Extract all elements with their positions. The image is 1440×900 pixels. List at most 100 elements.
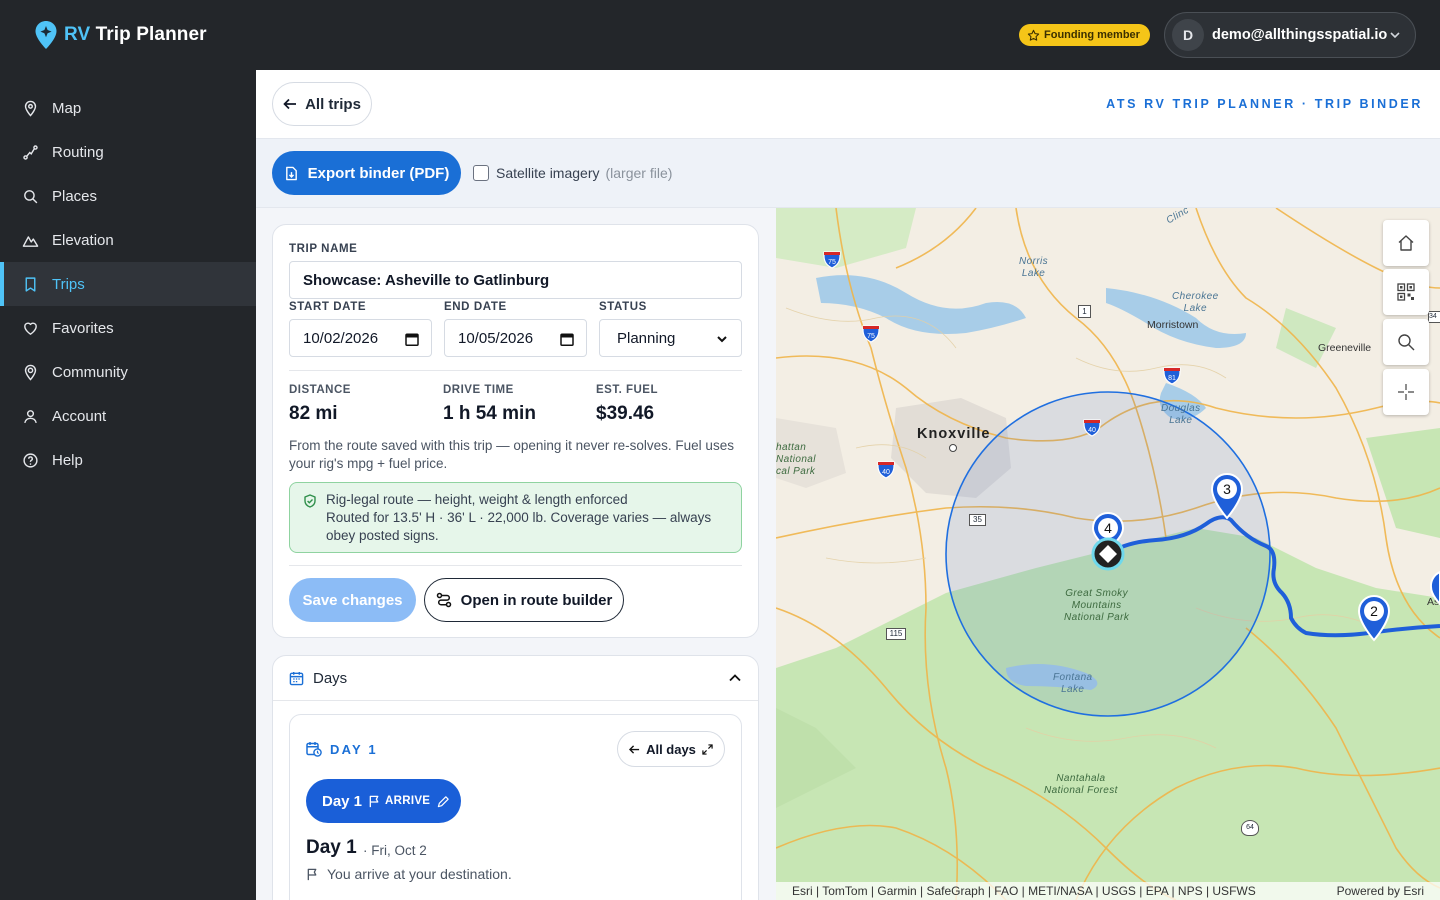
founding-label: Founding member bbox=[1044, 29, 1140, 41]
sidebar-item-map[interactable]: Map bbox=[0, 86, 256, 130]
status-label: STATUS bbox=[599, 301, 647, 313]
all-days-button[interactable]: All days bbox=[617, 731, 725, 767]
calendar-icon[interactable] bbox=[560, 332, 574, 346]
file-download-icon bbox=[285, 166, 297, 180]
start-date-input[interactable]: 10/02/2026 bbox=[289, 319, 432, 357]
divider bbox=[289, 370, 742, 371]
route-shield: 115 bbox=[886, 628, 906, 640]
sidebar-item-label: Places bbox=[52, 187, 98, 205]
origin-marker[interactable] bbox=[1090, 536, 1126, 572]
sidebar-item-favorites[interactable]: Favorites bbox=[0, 306, 256, 350]
brand-logo[interactable]: RV Trip Planner bbox=[34, 20, 207, 50]
satellite-checkbox[interactable] bbox=[473, 165, 489, 181]
arrow-left-icon bbox=[629, 744, 640, 754]
user-menu-button[interactable]: D demo@allthingsspatial.io bbox=[1164, 12, 1416, 58]
route-shield: 35 bbox=[969, 514, 986, 526]
export-binder-button[interactable]: Export binder (PDF) bbox=[272, 151, 461, 195]
builder-label: Open in route builder bbox=[460, 591, 613, 609]
sidebar-item-places[interactable]: Places bbox=[0, 174, 256, 218]
calendar-icon[interactable] bbox=[405, 332, 419, 346]
interstate-shield: 81 bbox=[1163, 367, 1181, 385]
distance-label: DISTANCE bbox=[289, 384, 351, 396]
svg-text:81: 81 bbox=[1168, 375, 1176, 382]
sidebar-item-account[interactable]: Account bbox=[0, 394, 256, 438]
flag-icon bbox=[307, 868, 317, 880]
powered-by-esri[interactable]: Powered by Esri bbox=[1337, 882, 1424, 900]
avatar: D bbox=[1172, 19, 1204, 51]
search-icon bbox=[24, 189, 38, 203]
flag-icon bbox=[369, 795, 379, 807]
satellite-hint: (larger file) bbox=[605, 165, 673, 181]
start-date-label: START DATE bbox=[289, 301, 367, 313]
help-icon bbox=[23, 452, 38, 468]
days-header[interactable]: Days bbox=[273, 656, 758, 701]
trip-details-card: TRIP NAME Showcase: Asheville to Gatlinb… bbox=[272, 224, 759, 638]
city-knoxville: Knoxville bbox=[917, 426, 991, 442]
open-route-builder-button[interactable]: Open in route builder bbox=[424, 578, 624, 622]
sidebar-item-community[interactable]: Community bbox=[0, 350, 256, 394]
day-1-pill[interactable]: Day 1 ARRIVE bbox=[306, 779, 461, 823]
page-title: ATS RV TRIP PLANNER · TRIP BINDER bbox=[1106, 97, 1423, 111]
rig-legal-notice: Rig-legal route — height, weight & lengt… bbox=[289, 482, 742, 553]
trip-name-label: TRIP NAME bbox=[289, 243, 358, 255]
map-attribution: Esri | TomTom | Garmin | SafeGraph | FAO… bbox=[776, 882, 1440, 900]
svg-text:75: 75 bbox=[867, 333, 875, 340]
satellite-label: Satellite imagery bbox=[496, 165, 600, 181]
route-shield: 34 bbox=[1428, 311, 1440, 323]
sidebar-item-label: Help bbox=[52, 451, 83, 469]
city-dot bbox=[949, 444, 957, 452]
export-label: Export binder (PDF) bbox=[307, 164, 450, 182]
zoom-search-icon bbox=[1398, 334, 1415, 351]
expand-icon bbox=[702, 743, 713, 755]
trip-name-value: Showcase: Asheville to Gatlinburg bbox=[303, 271, 550, 289]
city-greeneville: Greeneville bbox=[1318, 342, 1372, 354]
all-trips-button[interactable]: All trips bbox=[272, 82, 372, 126]
drive-time-value: 1 h 54 min bbox=[443, 403, 536, 424]
locate-button[interactable] bbox=[1383, 369, 1429, 415]
stop-marker-partial[interactable] bbox=[1430, 570, 1440, 606]
route-note: From the route saved with this trip — op… bbox=[289, 438, 734, 471]
douglas-lake-label: Douglas Lake bbox=[1161, 403, 1201, 426]
sidebar-item-routing[interactable]: Routing bbox=[0, 130, 256, 174]
home-icon bbox=[1398, 235, 1414, 251]
chevron-up-icon[interactable] bbox=[728, 671, 742, 685]
divider bbox=[289, 565, 742, 566]
user-email: demo@allthingsspatial.io bbox=[1212, 27, 1388, 43]
basemap-button[interactable] bbox=[1383, 269, 1429, 315]
qr-icon bbox=[1397, 283, 1415, 301]
fontana-lake-label: Fontana Lake bbox=[1053, 672, 1093, 695]
chevron-down-icon bbox=[1390, 32, 1400, 39]
end-date-input[interactable]: 10/05/2026 bbox=[444, 319, 587, 357]
day-tag: DAY 1 bbox=[306, 741, 378, 757]
interstate-shield: 40 bbox=[877, 461, 895, 479]
sidebar-item-help[interactable]: Help bbox=[0, 438, 256, 482]
status-select[interactable]: Planning bbox=[599, 319, 742, 357]
sidebar-item-trips[interactable]: Trips bbox=[0, 262, 256, 306]
calendar-clock-icon bbox=[306, 742, 322, 757]
map-search-button[interactable] bbox=[1383, 319, 1429, 365]
svg-text:3: 3 bbox=[1223, 481, 1231, 497]
edit-icon bbox=[438, 795, 450, 807]
legal-detail: Routed for 13.5' H · 36' L · 22,000 lb. … bbox=[326, 510, 712, 543]
trip-name-input[interactable]: Showcase: Asheville to Gatlinburg bbox=[289, 261, 742, 299]
svg-text:40: 40 bbox=[882, 469, 890, 476]
save-changes-button[interactable]: Save changes bbox=[289, 578, 416, 622]
satellite-option[interactable]: Satellite imagery (larger file) bbox=[473, 165, 672, 181]
day-tag-label: DAY 1 bbox=[330, 741, 378, 757]
sidebar-item-elevation[interactable]: Elevation bbox=[0, 218, 256, 262]
trip-map[interactable]: 75 75 40 40 81 1 35 115 64 34 Norris Lake… bbox=[776, 208, 1440, 900]
stop-marker[interactable]: 2 bbox=[1356, 594, 1392, 642]
home-button[interactable] bbox=[1383, 220, 1429, 266]
city-morristown: Morristown bbox=[1147, 319, 1199, 331]
interstate-shield: 40 bbox=[1083, 419, 1101, 437]
route-shield: 1 bbox=[1078, 305, 1091, 318]
back-label: All trips bbox=[305, 95, 361, 113]
est-fuel-value: $39.46 bbox=[596, 403, 655, 424]
start-date-value: 10/02/2026 bbox=[303, 329, 379, 347]
stop-marker[interactable]: 3 bbox=[1209, 472, 1245, 520]
day-card: DAY 1 All days Day 1 ARRIVE Day 1 · Fri,… bbox=[289, 714, 742, 900]
top-bar: RV Trip Planner Founding member D demo@a… bbox=[0, 0, 1440, 70]
status-value: Planning bbox=[617, 329, 676, 347]
calendar-icon bbox=[289, 671, 304, 685]
day-date: · Fri, Oct 2 bbox=[363, 843, 427, 858]
